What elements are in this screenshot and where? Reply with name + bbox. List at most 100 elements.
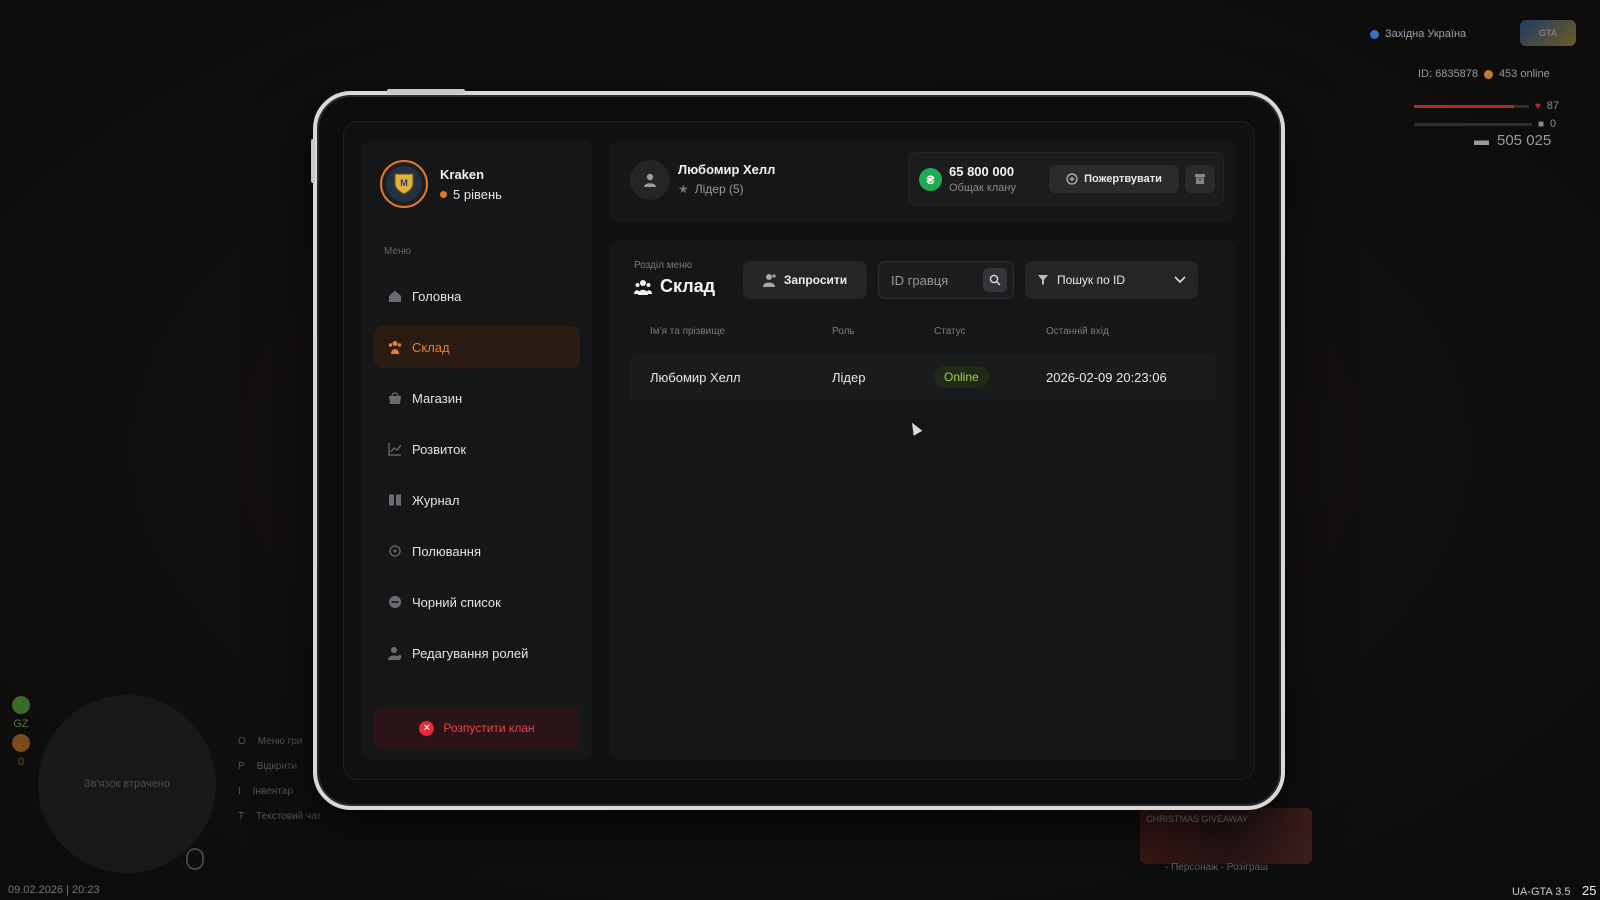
- column-header-status: Статус: [934, 326, 966, 337]
- keybind-key: T: [238, 811, 245, 822]
- keybind-hint: O Меню гри: [238, 736, 321, 747]
- online-icon: [1483, 69, 1493, 79]
- section-title-label: Склад: [660, 276, 716, 296]
- keybind-label: Текстовий чат: [256, 811, 322, 822]
- filter-icon: [1038, 275, 1048, 285]
- player-id-search: [878, 261, 1014, 299]
- block-icon: [389, 596, 401, 608]
- plus-circle-icon: [1066, 173, 1078, 185]
- invite-button[interactable]: Запросити: [743, 261, 867, 299]
- donate-label: Пожертвувати: [1084, 173, 1162, 185]
- sidebar-item-block[interactable]: Чорний список: [374, 581, 580, 623]
- clan-emblem-icon: M: [386, 166, 422, 202]
- search-filter-dropdown[interactable]: Пошук по ID: [1025, 261, 1198, 299]
- clan-name: Kraken: [440, 166, 485, 182]
- promo-banner[interactable]: CHRISTMAS GIVEAWAY: [1140, 808, 1312, 864]
- datetime: 09.02.2026 | 20:23: [8, 884, 100, 896]
- keybind-key: O: [238, 736, 246, 747]
- shield-icon: ■: [1538, 118, 1545, 130]
- close-circle-icon: ✕: [419, 720, 435, 736]
- column-header-name: Ім'я та прізвище: [650, 326, 725, 337]
- keybind-hint: T Текстовий чат: [238, 811, 321, 822]
- members-table: Ім'я та прізвище Роль Статус Останній вх…: [630, 326, 1216, 400]
- keybind-key: I: [238, 786, 241, 797]
- shop-icon: [389, 392, 401, 404]
- promo-title: CHRISTMAS GIVEAWAY: [1146, 814, 1249, 824]
- keybind-key: P: [238, 761, 245, 772]
- sidebar-item-label: Головна: [412, 288, 462, 304]
- sidebar-item-label: Розвиток: [412, 441, 467, 457]
- status-badge: Online: [934, 366, 989, 388]
- keybind-label: Відкрити: [256, 761, 298, 772]
- clan-level: 5 рівень: [440, 187, 502, 202]
- svg-text:M: M: [400, 178, 408, 188]
- donate-button[interactable]: Пожертвувати: [1049, 165, 1179, 193]
- keybind-hints: O Меню гри P Відкрити I Інвентар T Текстовий ча…: [238, 736, 321, 836]
- sidebar-item-label: Редагування ролей: [412, 645, 529, 661]
- crosshair-icon: [389, 545, 401, 557]
- hud-left-icons: GZ 0: [12, 696, 30, 768]
- keybind-label: Меню гри: [257, 736, 303, 747]
- search-button[interactable]: [983, 268, 1007, 292]
- table-header: Ім'я та прізвище Роль Статус Останній вх…: [630, 326, 1216, 340]
- health-bar: [1414, 104, 1529, 108]
- column-header-role: Роль: [832, 326, 855, 337]
- members-panel: Розділ меню Склад Запросити ID гравця По…: [610, 240, 1236, 761]
- gz-label: GZ: [13, 718, 29, 730]
- sidebar-item-role[interactable]: Редагування ролей: [374, 632, 580, 674]
- hryvnia-coin-icon: ₴: [919, 168, 942, 191]
- player-id: ID: 6835878: [1418, 68, 1478, 80]
- cash-icon: ▬: [1474, 132, 1489, 149]
- clan-treasury: ₴ 65 800 000 Общак клану Пожертвувати: [908, 152, 1224, 206]
- hud-region-label: Західна Україна: [1385, 28, 1467, 40]
- promo-hint: - Персонаж - Розіграш: [1165, 862, 1269, 873]
- search-icon: [989, 274, 1001, 286]
- member-name: Любомир Хелл: [650, 369, 741, 385]
- armor-bar: [1414, 122, 1532, 126]
- health-value: 87: [1546, 100, 1559, 112]
- storage-button[interactable]: [1185, 165, 1215, 193]
- user-role: ★ Лідер (5): [678, 182, 744, 196]
- region-icon: [1370, 29, 1379, 39]
- menu-heading: Меню: [384, 246, 412, 257]
- clan-level-label: 5 рівень: [453, 186, 502, 202]
- minimap: Зв'язок втрачено: [38, 695, 216, 873]
- member-role: Лідер: [832, 369, 866, 385]
- treasury-label: Общак клану: [949, 182, 1016, 194]
- home-icon: [389, 290, 401, 302]
- sidebar-menu: Головна Склад Магазин Розвиток Журнал Полюван…: [362, 275, 592, 674]
- chevron-down-icon: [1174, 276, 1186, 284]
- member-last-login: 2026-02-09 20:23:06: [1046, 369, 1167, 385]
- clan-avatar: M: [380, 160, 428, 208]
- microphone-icon: [186, 848, 204, 870]
- sidebar-item-label: Склад: [412, 339, 450, 355]
- journal-icon: [389, 494, 401, 506]
- user-icon: [644, 173, 656, 187]
- keybind-hint: P Відкрити: [238, 761, 321, 772]
- sidebar-item-crosshair[interactable]: Полювання: [374, 530, 580, 572]
- keybind-hint: I Інвентар: [238, 786, 321, 797]
- disband-clan-button[interactable]: ✕ Розпустити клан: [374, 707, 580, 749]
- member-status: Online: [928, 366, 1038, 388]
- sidebar-item-home[interactable]: Головна: [374, 275, 580, 317]
- members-icon: [634, 279, 652, 295]
- box-icon: [1195, 174, 1205, 184]
- invite-label: Запросити: [783, 273, 848, 287]
- hud-player-info: ID: 6835878 453 online: [1418, 68, 1550, 80]
- sidebar-item-journal[interactable]: Журнал: [374, 479, 580, 521]
- game-logo: GTA: [1520, 20, 1576, 46]
- wanted-icon: [12, 734, 30, 752]
- sidebar-item-label: Чорний список: [412, 594, 501, 610]
- section-title: Склад: [634, 276, 715, 297]
- hud-money: ▬ 505 025: [1474, 132, 1551, 149]
- hud-region: Західна Україна: [1370, 28, 1466, 40]
- sidebar-item-chart[interactable]: Розвиток: [374, 428, 580, 470]
- player-id-input[interactable]: [879, 262, 979, 298]
- sidebar-item-shop[interactable]: Магазин: [374, 377, 580, 419]
- game-version: UA-GTA 3.5: [1512, 886, 1571, 898]
- user-role-label: Лідер (5): [694, 182, 744, 196]
- table-row[interactable]: Любомир Хелл Лідер Online 2026-02-09 20:…: [630, 354, 1216, 400]
- star-icon: ★: [678, 182, 689, 196]
- sidebar-item-members[interactable]: Склад: [374, 326, 580, 368]
- members-icon: [388, 341, 402, 354]
